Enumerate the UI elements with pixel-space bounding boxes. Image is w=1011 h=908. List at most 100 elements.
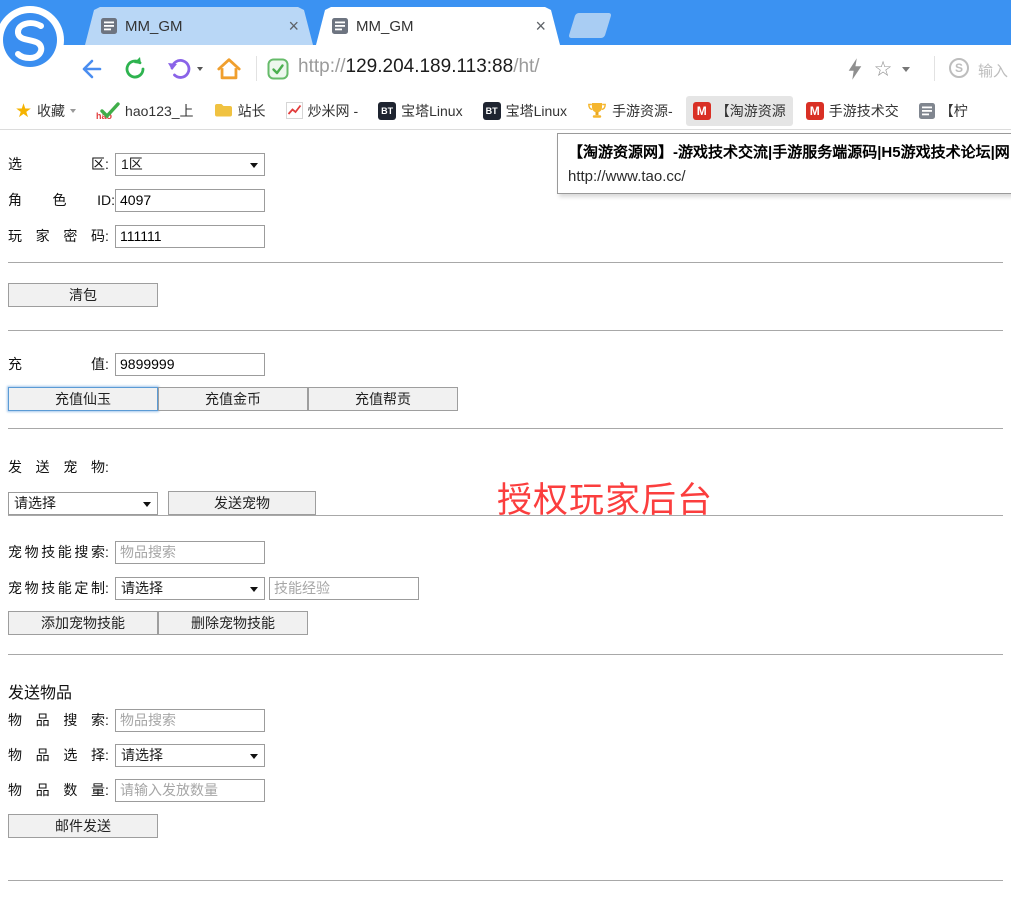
add-pet-skill-button[interactable]: 添加宠物技能 <box>8 611 158 635</box>
folder-icon <box>214 103 233 118</box>
close-icon[interactable]: × <box>533 17 548 35</box>
toolbar-divider <box>934 56 935 81</box>
line-chart-icon <box>286 102 303 119</box>
close-icon[interactable]: × <box>286 17 301 35</box>
player-password-input[interactable] <box>115 225 265 248</box>
bookmark-label: 站长 <box>238 101 266 121</box>
toolbar-divider <box>256 56 257 81</box>
select-arrow-icon <box>250 587 258 592</box>
bookmark-taoyou-ziyuan[interactable]: M 【淘游资源 <box>686 96 793 126</box>
bookmark-shouyou-jishu[interactable]: M 手游技术交 <box>799 96 906 126</box>
tab-mm-gm-1[interactable]: MM_GM × <box>85 7 313 45</box>
pet-skill-search-input[interactable] <box>115 541 265 564</box>
pet-skill-select-value: 请选择 <box>121 578 163 598</box>
page-favicon-icon <box>101 18 117 34</box>
zone-select[interactable]: 1区 <box>115 153 265 176</box>
url-path: /ht/ <box>513 56 539 77</box>
sogou-logo[interactable] <box>0 4 67 76</box>
clear-bag-button[interactable]: 清包 <box>8 283 158 307</box>
send-pet-button[interactable]: 发送宠物 <box>168 491 316 515</box>
pet-skill-exp-input[interactable] <box>269 577 419 600</box>
undo-arrow-icon <box>165 56 191 82</box>
item-search-label: 物品搜索 <box>8 710 105 730</box>
page-favicon-icon <box>332 18 348 34</box>
home-button[interactable] <box>214 54 244 84</box>
divider <box>8 262 1003 263</box>
role-id-input[interactable] <box>115 189 265 212</box>
zone-label: 选区 <box>8 154 105 174</box>
bookmark-ning[interactable]: 【柠 <box>912 96 975 126</box>
send-pet-label: 发送宠物 <box>8 457 105 477</box>
site-safety-button[interactable] <box>266 57 290 81</box>
search-hint: 输入 <box>978 60 1008 81</box>
hao123-icon: hao <box>96 102 120 120</box>
bt-panel-icon: BT <box>378 102 396 120</box>
pet-skill-select[interactable]: 请选择 <box>115 577 265 600</box>
divider <box>8 428 1003 429</box>
trophy-icon <box>587 102 607 119</box>
tab-title: MM_GM <box>125 18 286 35</box>
tab-title: MM_GM <box>356 18 533 35</box>
bookmark-label: 宝塔Linux <box>506 101 567 121</box>
recharge-xianyu-button[interactable]: 充值仙玉 <box>8 387 158 411</box>
address-bar[interactable]: http://129.204.189.113:88/ht/ <box>298 56 540 78</box>
recharge-gold-button[interactable]: 充值金币 <box>158 387 308 411</box>
select-arrow-icon <box>250 163 258 168</box>
search-engine-button[interactable]: S <box>948 57 970 79</box>
m-site-icon: M <box>693 102 711 120</box>
bookmark-label: 【柠 <box>940 101 968 121</box>
bookmark-label: 收藏 <box>37 101 65 121</box>
home-icon <box>215 56 243 82</box>
delete-pet-skill-button[interactable]: 删除宠物技能 <box>158 611 308 635</box>
url-host: 129.204.189.113:88 <box>346 56 514 77</box>
item-qty-input[interactable] <box>115 779 265 802</box>
pet-skill-custom-label: 宠物技能定制 <box>8 578 105 598</box>
chevron-down-icon <box>70 109 76 113</box>
url-scheme: http:// <box>298 56 346 77</box>
back-button[interactable] <box>76 54 106 84</box>
select-arrow-icon <box>250 754 258 759</box>
bookmark-hao123[interactable]: hao hao123_上 <box>89 96 201 126</box>
pet-select[interactable]: 请选择 <box>8 492 158 515</box>
divider <box>8 880 1003 881</box>
tab-mm-gm-2[interactable]: MM_GM × <box>316 7 560 45</box>
back-arrow-icon <box>78 56 104 82</box>
bookmark-label: 手游资源- <box>612 101 673 121</box>
mail-send-button[interactable]: 邮件发送 <box>8 814 158 838</box>
reload-button[interactable] <box>120 54 150 84</box>
shield-check-icon <box>267 58 289 80</box>
zone-select-value: 1区 <box>121 154 143 174</box>
sogou-s-icon: S <box>949 58 969 78</box>
divider <box>8 330 1003 331</box>
undo-button[interactable] <box>163 54 193 84</box>
role-id-label: 角色ID: <box>8 190 115 210</box>
recharge-amount-input[interactable] <box>115 353 265 376</box>
new-tab-button[interactable] <box>568 13 612 38</box>
item-select[interactable]: 请选择 <box>115 744 265 767</box>
bookmark-favorites[interactable]: ★ 收藏 <box>8 96 83 126</box>
bookmark-zhanzhang[interactable]: 站长 <box>207 96 273 126</box>
bt-panel-icon: BT <box>483 102 501 120</box>
player-password-label: 玩家密码 <box>8 226 105 246</box>
chevron-down-icon <box>197 67 203 71</box>
item-search-input[interactable] <box>115 709 265 732</box>
favorite-dropdown-button[interactable] <box>898 54 914 84</box>
star-icon: ★ <box>15 102 32 120</box>
favorite-button[interactable]: ☆ <box>868 54 898 84</box>
tab-bar: MM_GM × MM_GM × <box>0 0 1011 45</box>
recharge-banggong-button[interactable]: 充值帮贡 <box>308 387 458 411</box>
select-arrow-icon <box>143 502 151 507</box>
undo-dropdown-button[interactable] <box>193 54 207 84</box>
tooltip-title: 【淘游资源网】-游戏技术交流|手游服务端源码|H5游戏技术论坛|网 <box>568 141 1011 162</box>
bookmark-bt-linux-1[interactable]: BT 宝塔Linux <box>371 96 469 126</box>
bookmark-label: 宝塔Linux <box>401 101 462 121</box>
quick-launch-button[interactable] <box>840 54 870 84</box>
tooltip-url: http://www.tao.cc/ <box>568 168 1011 185</box>
bookmark-label: hao123_上 <box>125 101 194 121</box>
bookmark-shouyou-ziyuan[interactable]: 手游资源- <box>580 96 680 126</box>
item-qty-label: 物品数量 <box>8 780 105 800</box>
bookmark-chaomiwang[interactable]: 炒米网 - <box>279 96 366 126</box>
bookmark-tooltip: 【淘游资源网】-游戏技术交流|手游服务端源码|H5游戏技术论坛|网 http:/… <box>557 133 1011 194</box>
bookmark-bt-linux-2[interactable]: BT 宝塔Linux <box>476 96 574 126</box>
lightning-icon <box>846 57 864 81</box>
